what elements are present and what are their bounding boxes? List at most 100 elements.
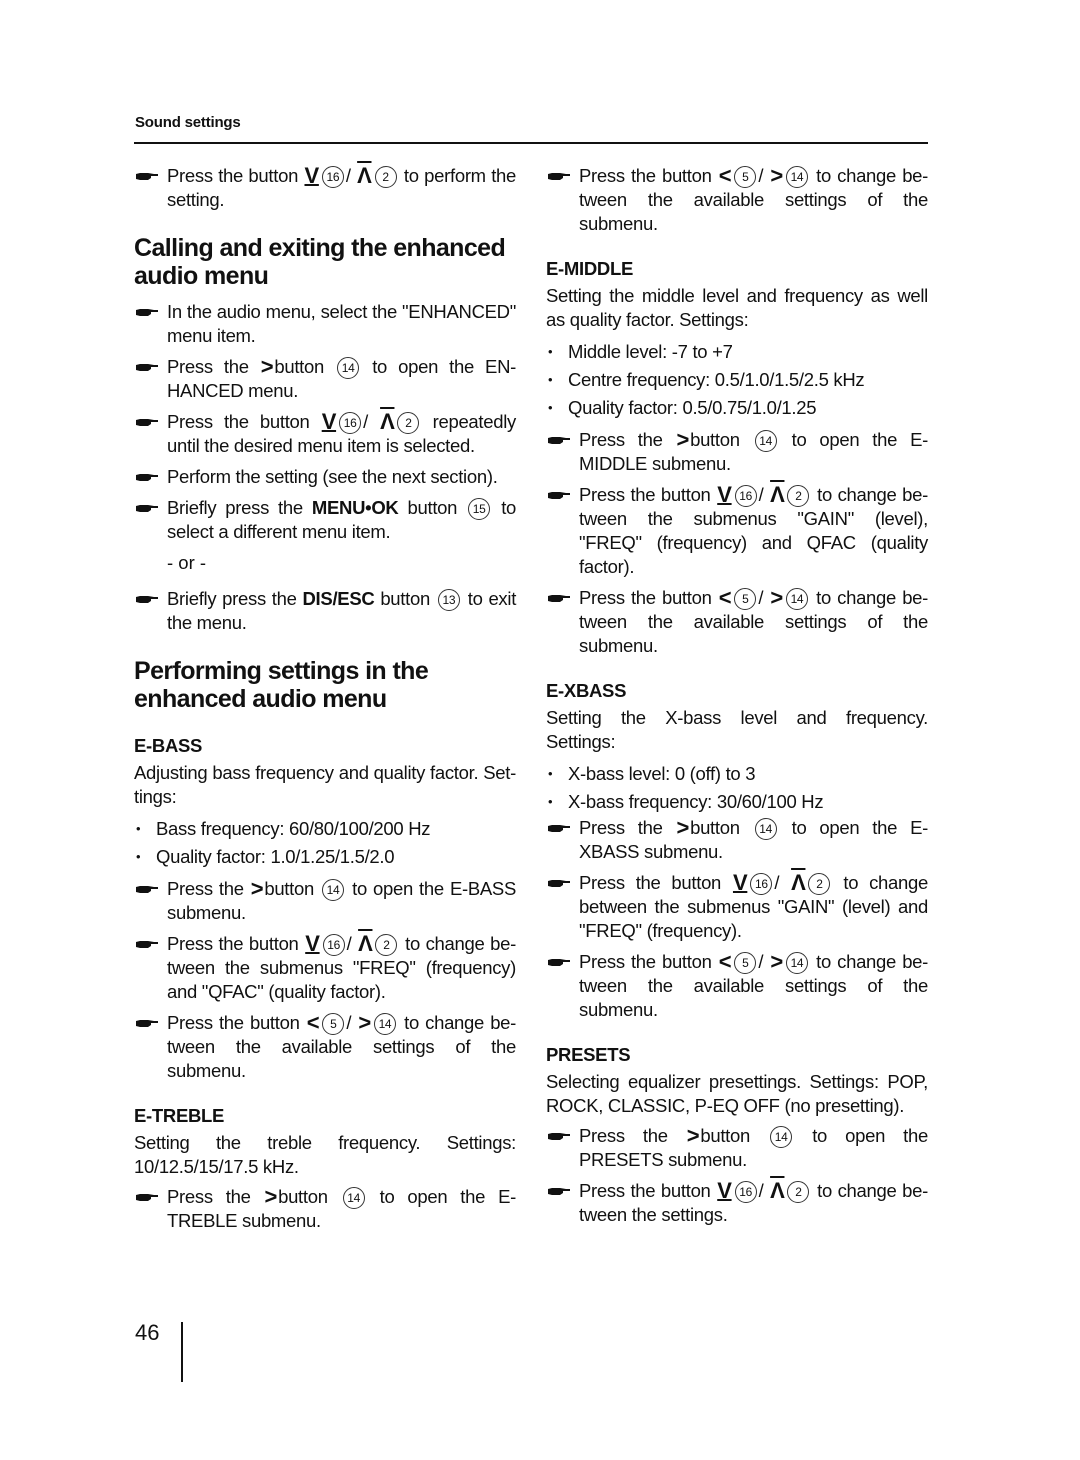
instruction-step: Press the >button 14 to open the E-BASS … [134,877,516,925]
right-button-icon: > [260,354,274,379]
section-title: Calling and exiting the enhanced audio m… [134,234,506,290]
instruction-step: Press the button <5/ >14 to change be-tw… [546,586,928,658]
up-button-icon: Λ [791,870,806,895]
description: Selecting equalizer presettings. Setting… [546,1071,928,1116]
pointing-hand-icon [136,472,158,483]
instruction-step: Press the button V 16/ Λ2 to perform the … [134,164,516,212]
down-button-icon: V [732,870,748,895]
page-number: 46 [135,1320,160,1345]
pointing-hand-icon [136,307,158,318]
instruction-step: Press the button <5/ >14 to change be-tw… [134,1011,516,1083]
bullet-item: Middle level: -7 to +7 [546,338,928,366]
instruction-step: Press the button V 16/ Λ2 repeatedly unti… [134,410,516,458]
button-ref: 14 [785,166,808,188]
button-ref: 2 [808,873,831,895]
pointing-hand-icon [136,171,158,182]
button-ref: 14 [785,952,808,974]
button-ref: 14 [785,588,808,610]
down-button-icon: V [717,1178,732,1203]
or-separator: - or - [167,552,207,573]
pointing-hand-icon [548,878,570,889]
subsection-title: E-XBASS [546,680,627,701]
instruction-step: Press the >button 14 to open the EN-HANC… [134,355,516,403]
pointing-hand-icon [548,490,570,501]
right-button-icon: > [686,1123,700,1148]
left-button-icon: < [718,949,732,974]
header-rule [134,142,928,144]
button-ref: 5 [322,1013,345,1035]
pointing-hand-icon [136,362,158,373]
bullet-item: Quality factor: 1.0/1.25/1.5/2.0 [134,843,516,871]
description: Setting the middle level and frequency a… [546,285,928,330]
button-ref: 16 [339,412,362,434]
button-ref: 14 [342,1187,365,1209]
right-button-icon: > [770,949,783,974]
button-ref: 15 [468,498,491,520]
pointing-hand-icon [136,1192,158,1203]
pointing-hand-icon [136,939,158,950]
up-button-icon: Λ [357,163,372,188]
pointing-hand-icon [136,884,158,895]
pointing-hand-icon [136,1018,158,1029]
button-ref: 16 [750,873,773,895]
instruction-step: Press the >button 14 to open the PRESETS… [546,1124,928,1172]
instruction-step: In the audio menu, select the "ENHANCED"… [134,300,516,348]
subsection-title: PRESETS [546,1044,631,1065]
button-ref: 16 [322,934,345,956]
instruction-step: Press the button V 16/ Λ2 to change be-tw… [134,932,516,1004]
instruction-step: Press the >button 14 to open the E-TREBL… [134,1185,516,1233]
left-column: Press the button V 16/ Λ2 to perform the … [134,164,516,1240]
instruction-step: Press the button V 16/ Λ2 to change be-tw… [546,483,928,579]
bullet-item: Bass frequency: 60/80/100/200 Hz [134,815,516,843]
button-ref: 16 [734,485,757,507]
bullet-item: Centre frequency: 0.5/1.0/1.5/2.5 kHz [546,366,928,394]
right-column: Press the button <5/ >14 to change be-tw… [546,164,928,1234]
section-title: Performing settings in the enhanced audi… [134,657,429,713]
instruction-step: Press the button <5/ >14 to change be-tw… [546,950,928,1022]
bullet-item: Quality factor: 0.5/0.75/1.0/1.25 [546,394,928,422]
button-ref: 5 [734,952,757,974]
button-ref: 2 [374,166,397,188]
button-ref: 2 [787,1181,810,1203]
pointing-hand-icon [548,171,570,182]
dis-esc-label: DIS/ESC [302,588,375,609]
instruction-step: Perform the setting (see the next sectio… [134,465,516,489]
button-ref: 2 [787,485,810,507]
up-button-icon: Λ [770,482,785,507]
right-button-icon: > [676,815,690,840]
button-ref: 5 [734,166,757,188]
pointing-hand-icon [136,503,158,514]
page-number-rule [181,1322,183,1382]
pointing-hand-icon [548,1131,570,1142]
pointing-hand-icon [548,823,570,834]
down-button-icon: V [304,163,319,188]
instruction-step: Press the >button 14 to open the E-MIDDL… [546,428,928,476]
button-ref: 5 [734,588,757,610]
pointing-hand-icon [548,435,570,446]
button-ref: 14 [337,357,360,379]
button-ref: 14 [754,818,777,840]
right-button-icon: > [358,1010,371,1035]
left-button-icon: < [306,1010,320,1035]
bullet-item: X-bass level: 0 (off) to 3 [546,760,928,788]
down-button-icon: V [717,482,732,507]
pointing-hand-icon [136,417,158,428]
button-ref: 14 [770,1126,793,1148]
description: Adjusting bass frequency and quality fac… [134,762,516,807]
button-ref: 16 [734,1181,757,1203]
instruction-step: Briefly press the MENU•OK button 15 to s… [134,496,516,544]
button-ref: 2 [375,934,398,956]
instruction-step: Briefly press the DIS/ESC button 13 to e… [134,587,516,635]
up-button-icon: Λ [358,931,373,956]
button-ref: 13 [437,589,460,611]
button-ref: 14 [322,879,345,901]
subsection-title: E-MIDDLE [546,258,634,279]
pointing-hand-icon [136,594,158,605]
instruction-step: Press the button V 16/ Λ2 to change be-tw… [546,1179,928,1227]
description: Setting the treble frequency. Settings: … [134,1132,516,1177]
menu-ok-label: MENU•OK [311,497,399,518]
instruction-step: Press the >button 14 to open the E-XBASS… [546,816,928,864]
up-button-icon: Λ [380,409,395,434]
pointing-hand-icon [548,957,570,968]
button-ref: 14 [373,1013,396,1035]
